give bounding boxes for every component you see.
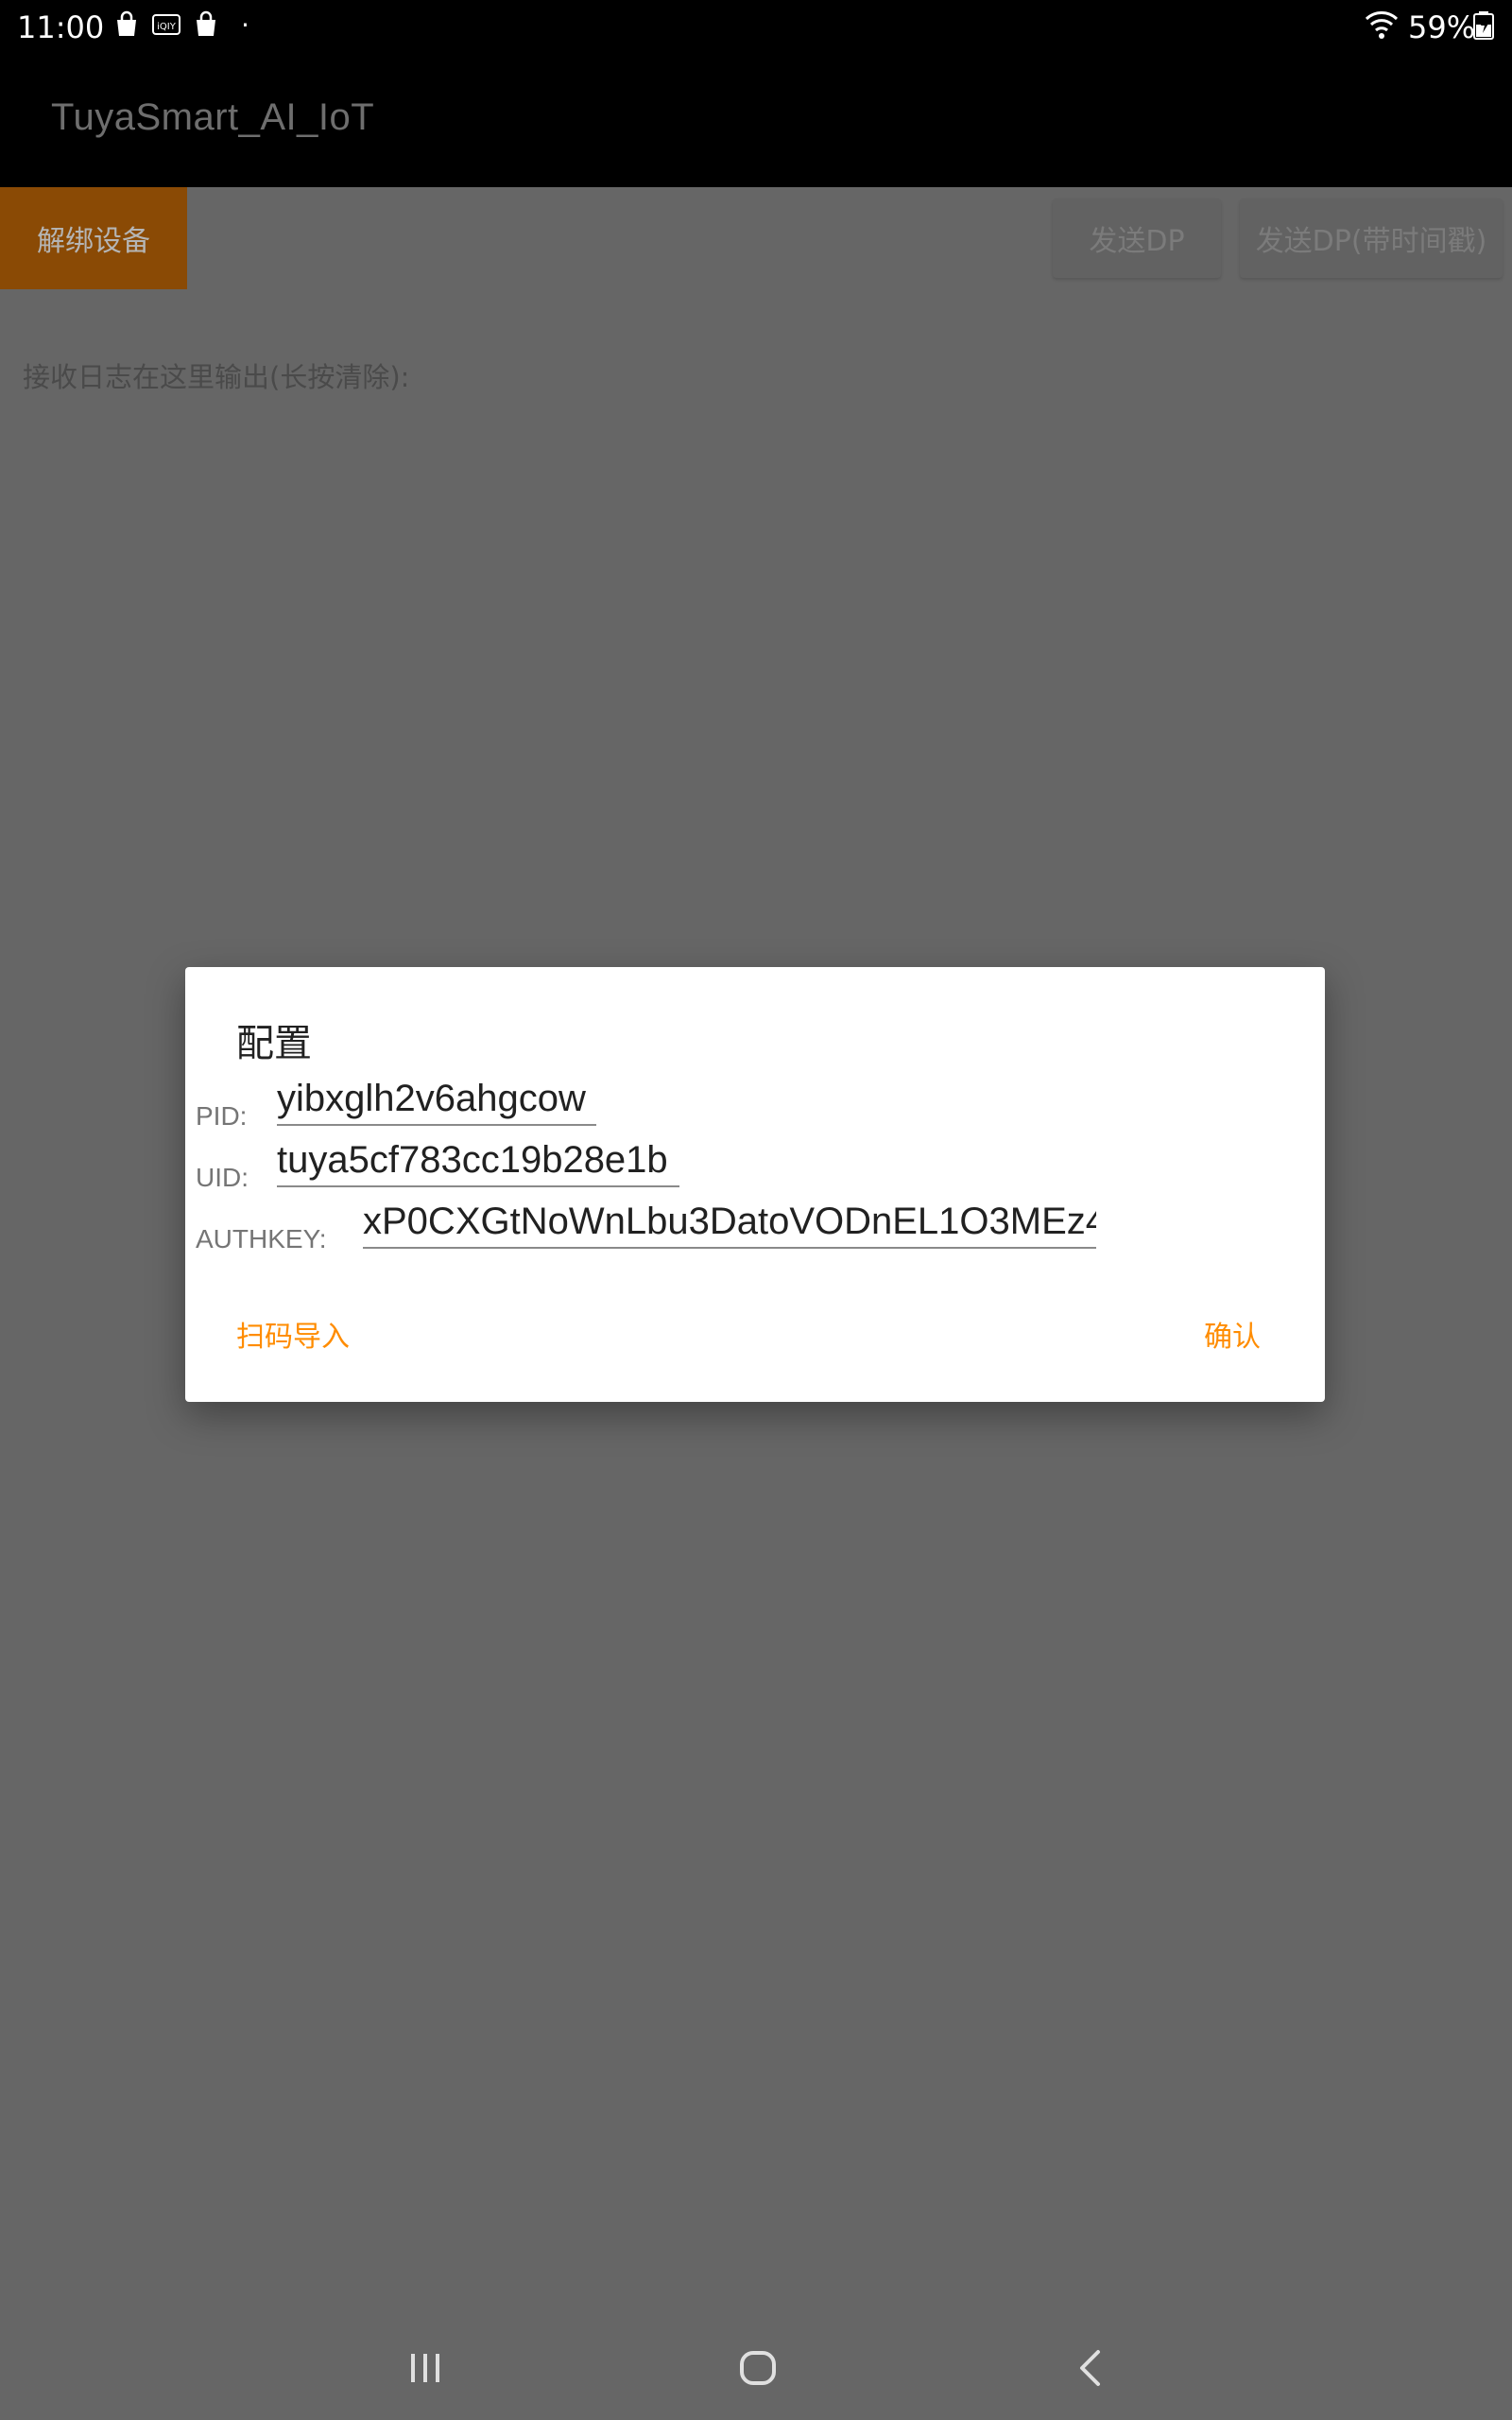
wifi-icon [1365,11,1399,39]
confirm-button[interactable]: 确认 [1204,1313,1261,1355]
log-output-hint[interactable]: 接收日志在这里输出(长按清除): [23,355,409,395]
send-dp-button[interactable]: 发送DP [1053,199,1221,278]
battery-icon [1473,11,1494,40]
more-notifications-dot-icon: · [241,9,249,41]
scan-import-button[interactable]: 扫码导入 [236,1313,350,1355]
uid-input[interactable] [277,1134,679,1187]
back-icon[interactable] [1068,2344,1115,2392]
svg-text:iQIY: iQIY [157,22,177,32]
recent-apps-icon[interactable] [402,2344,449,2392]
pid-input[interactable] [277,1073,596,1126]
app-title: TuyaSmart_AI_IoT [51,96,375,138]
unbind-device-button[interactable]: 解绑设备 [0,187,187,289]
iqiyi-icon: iQIY [152,14,180,35]
uid-label: UID: [196,1163,249,1192]
status-bar: 11:00 iQIY · 59% [0,0,1512,51]
config-dialog: 配置 PID: UID: AUTHKEY: 扫码导入 确认 [185,967,1325,1402]
app-bar: TuyaSmart_AI_IoT [0,51,1512,187]
authkey-input[interactable] [363,1196,1096,1249]
authkey-label: AUTHKEY: [196,1224,327,1253]
home-icon[interactable] [734,2344,782,2392]
shopping-bag-icon [197,10,215,36]
battery-percent: 59% [1408,9,1476,45]
status-time: 11:00 [17,9,105,45]
shopping-bag-icon [117,10,136,36]
navigation-bar [0,2316,1512,2420]
send-dp-timestamp-button[interactable]: 发送DP(带时间戳) [1240,199,1503,278]
dialog-title: 配置 [236,1022,312,1065]
pid-label: PID: [196,1101,248,1131]
